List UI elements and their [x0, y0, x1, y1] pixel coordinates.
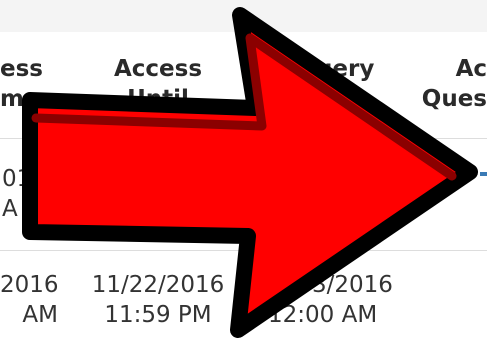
right-arrow-icon	[22, 7, 478, 338]
